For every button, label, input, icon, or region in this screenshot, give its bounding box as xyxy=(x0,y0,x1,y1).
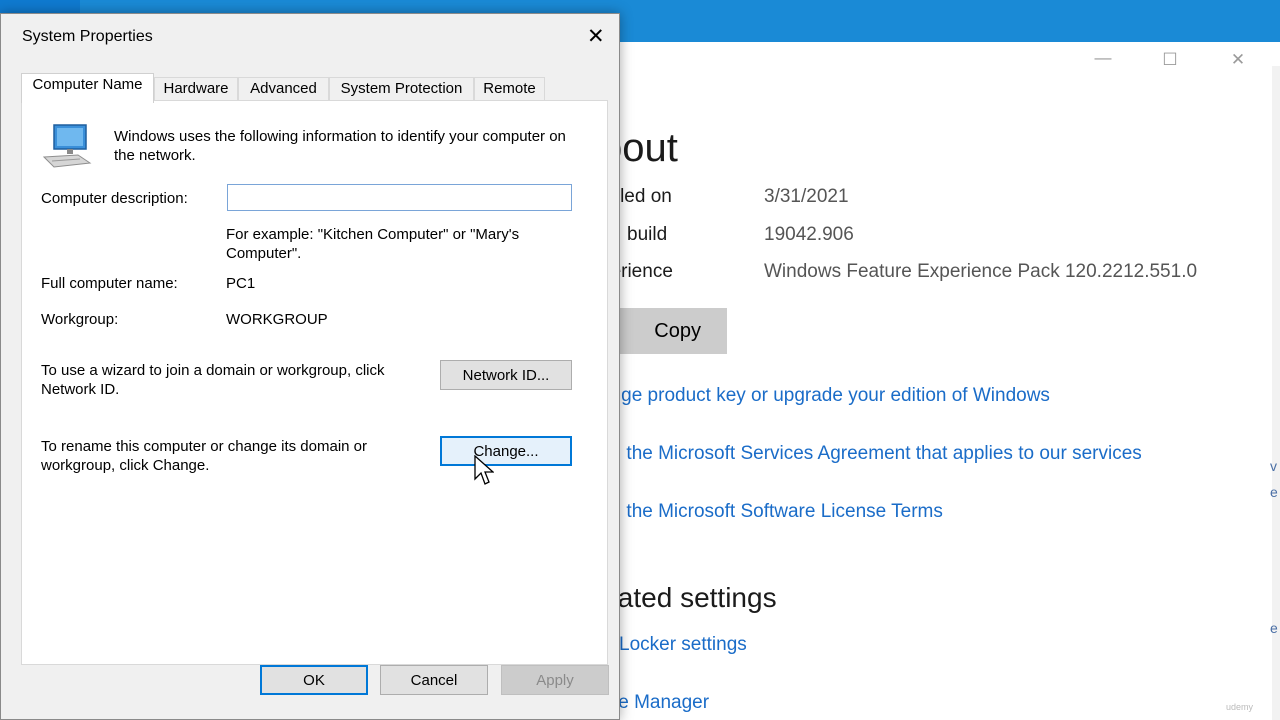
change-button[interactable]: Change... xyxy=(440,436,572,466)
tab-hardware[interactable]: Hardware xyxy=(154,77,238,101)
edge-fragment: e xyxy=(1270,484,1278,500)
edge-fragment: v xyxy=(1270,458,1277,474)
apply-button: Apply xyxy=(501,665,609,695)
full-name-label: Full computer name: xyxy=(41,275,178,292)
workgroup-value: WORKGROUP xyxy=(226,311,328,328)
ok-button[interactable]: OK xyxy=(260,665,368,695)
rename-text: To rename this computer or change its do… xyxy=(41,438,367,474)
os-build-value: 19042.906 xyxy=(764,224,854,245)
network-id-text: To use a wizard to join a domain or work… xyxy=(41,362,385,398)
watermark: udemy xyxy=(1226,702,1254,712)
settings-window: — ☐ ✕ bout talled on 3/31/2021 build 190… xyxy=(560,42,1280,720)
tab-advanced[interactable]: Advanced xyxy=(238,77,329,101)
bitlocker-settings-link[interactable]: Locker settings xyxy=(619,634,747,656)
tab-remote[interactable]: Remote xyxy=(474,77,545,101)
services-agreement-link[interactable]: ad the Microsoft Services Agreement that… xyxy=(600,443,1142,465)
os-build-label: build xyxy=(627,224,668,245)
maximize-button[interactable]: ☐ xyxy=(1150,50,1190,70)
computer-name-panel: Windows uses the following information t… xyxy=(21,100,608,665)
cancel-button[interactable]: Cancel xyxy=(380,665,488,695)
workgroup-label: Workgroup: xyxy=(41,311,119,328)
dialog-title: System Properties xyxy=(22,28,153,45)
computer-icon xyxy=(42,124,92,168)
tab-system-protection[interactable]: System Protection xyxy=(329,77,474,101)
change-product-key-link[interactable]: ange product key or upgrade your edition… xyxy=(600,385,1050,407)
minimize-button[interactable]: — xyxy=(1083,48,1123,68)
example-text: For example: "Kitchen Computer" or "Mary… xyxy=(226,226,520,262)
mouse-cursor-icon xyxy=(474,455,494,485)
installed-on-value: 3/31/2021 xyxy=(764,186,849,207)
tab-computer-name[interactable]: Computer Name xyxy=(21,73,154,103)
description-label: Computer description: xyxy=(41,190,188,207)
intro-text: Windows uses the following information t… xyxy=(114,128,566,164)
edge-fragment: e xyxy=(1270,620,1278,636)
description-input[interactable] xyxy=(227,184,572,211)
full-name-value: PC1 xyxy=(226,275,256,292)
system-properties-dialog: System Properties ✕ Computer Name Hardwa… xyxy=(0,13,620,720)
related-settings-heading: elated settings xyxy=(596,582,777,613)
close-button[interactable]: ✕ xyxy=(1218,50,1258,70)
close-icon[interactable]: ✕ xyxy=(587,24,605,49)
experience-value: Windows Feature Experience Pack 120.2212… xyxy=(764,261,1198,282)
license-terms-link[interactable]: ad the Microsoft Software License Terms xyxy=(600,501,943,523)
network-id-button[interactable]: Network ID... xyxy=(440,360,572,390)
